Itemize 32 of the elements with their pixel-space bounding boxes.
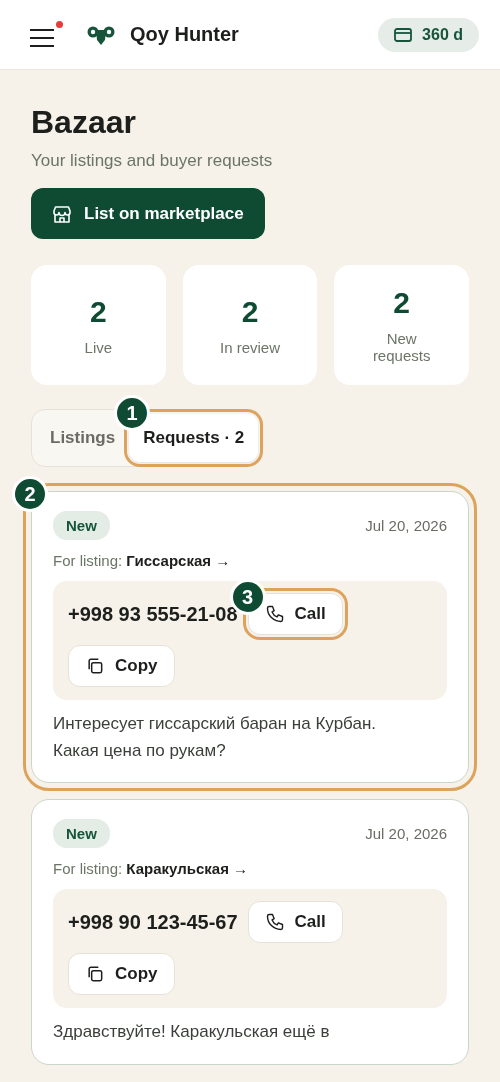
menu-icon: [29, 26, 55, 49]
phone-number: +998 90 123-45-67: [68, 910, 238, 934]
stat-value: 2: [90, 294, 107, 329]
stat-label: Live: [83, 338, 114, 356]
status-badge: New: [53, 819, 110, 849]
copy-icon: [85, 656, 105, 676]
balance-chip: 360 d: [378, 17, 479, 52]
callout-marker: 1: [114, 395, 150, 431]
listing-link[interactable]: For listing: Каракульская →: [53, 860, 447, 878]
listing-link[interactable]: For listing: Гиссарская →: [53, 552, 447, 569]
copy-button[interactable]: Copy: [68, 953, 175, 996]
request-date: Jul 20, 2026: [365, 517, 447, 534]
request-message: Интересует гиссарский баран на Курбан. Какая цена по рукам?: [53, 713, 377, 763]
page-subtitle: Your listings and buyer requests: [31, 151, 274, 171]
call-button[interactable]: Call: [247, 901, 343, 944]
list-on-marketplace-button[interactable]: List on marketplace: [31, 188, 265, 239]
menu-button[interactable]: [29, 20, 63, 49]
copy-button[interactable]: Copy: [68, 645, 175, 687]
request-message: Здравствуйте! Каракульская ещё в: [53, 1021, 331, 1044]
stat-label: New requests: [371, 330, 432, 364]
app-name: Qoy Hunter: [130, 23, 239, 46]
callout-marker: 2: [12, 476, 48, 512]
phone-icon: [264, 604, 285, 624]
request-date: Jul 20, 2026: [365, 825, 447, 843]
stat-label: In review: [218, 338, 281, 356]
page-title: Bazaar: [31, 104, 137, 141]
store-icon: [52, 204, 72, 223]
status-badge: New: [53, 511, 110, 540]
stat-value: 2: [241, 294, 259, 329]
phone-icon: [264, 912, 285, 933]
card-icon: [394, 27, 413, 42]
stat-value: 2: [393, 286, 410, 320]
